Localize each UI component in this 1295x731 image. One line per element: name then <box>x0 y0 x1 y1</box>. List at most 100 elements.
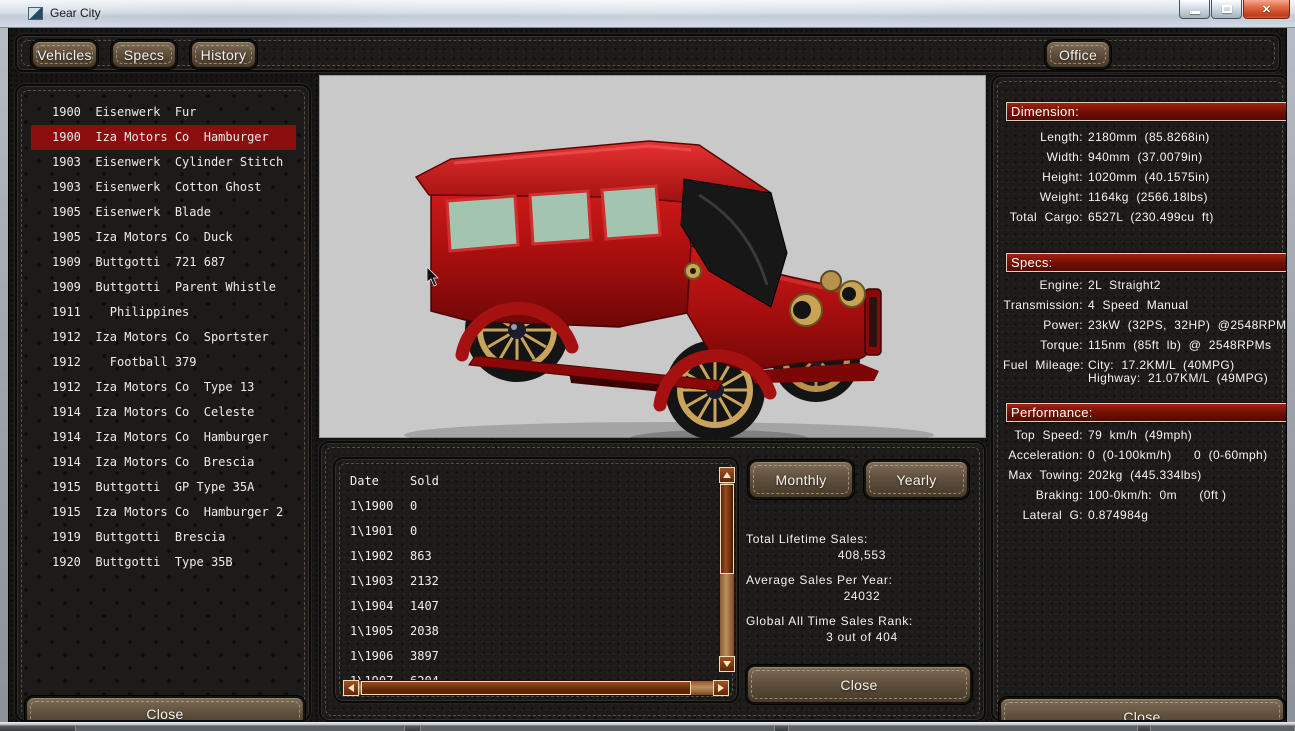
sales-table: Date Sold 1\19000 1\19010 1\1902863 1\19… <box>350 469 439 694</box>
mouse-cursor-icon <box>426 267 440 287</box>
spec-label: Fuel Mileage: <box>1003 355 1083 385</box>
arrow-right-icon <box>718 684 724 692</box>
taskbar <box>0 722 1295 731</box>
vehicle-row[interactable]: 1905 Eisenwerk Blade <box>31 200 296 225</box>
vehicle-row[interactable]: 1914 Iza Motors Co Brescia <box>31 450 296 475</box>
spec-label: Max Towing: <box>1003 465 1083 485</box>
spec-label: Top Speed: <box>1003 425 1083 445</box>
close-icon: ✕ <box>1262 3 1271 16</box>
vehicle-row[interactable]: 1915 Iza Motors Co Hamburger 2 <box>31 500 296 525</box>
vehicle-row[interactable]: 1905 Iza Motors Co Duck <box>31 225 296 250</box>
cell-date: 1\1901 <box>350 519 410 544</box>
sales-row[interactable]: 1\19041407 <box>350 594 439 619</box>
close-window-button[interactable]: ✕ <box>1243 0 1290 19</box>
vehicle-row[interactable]: 1912 Football 379 <box>31 350 296 375</box>
desktop-background: Gear City ✕ Vehicles Specs History Offic… <box>0 0 1295 731</box>
column-header-sold: Sold <box>410 469 439 494</box>
vehicle-row[interactable]: 1911 Philippines <box>31 300 296 325</box>
vehicle-row[interactable]: 1900 Eisenwerk Fur <box>31 100 296 125</box>
arrow-up-icon <box>723 472 731 478</box>
sales-row[interactable]: 1\1902863 <box>350 544 439 569</box>
vehicle-row[interactable]: 1915 Buttgotti GP Type 35A <box>31 475 296 500</box>
horizontal-scrollbar[interactable] <box>343 680 729 696</box>
spec-value: City: 17.2KM/L (40MPG) Highway: 21.07KM/… <box>1088 355 1285 385</box>
cell-sold: 0 <box>410 519 417 544</box>
spec-value: 115nm (85ft lb) @ 2548RPMs <box>1088 335 1285 355</box>
sales-row[interactable]: 1\19052038 <box>350 619 439 644</box>
scroll-up-button[interactable] <box>719 467 735 483</box>
spec-value: 79 km/h (49mph) <box>1088 425 1285 445</box>
vehicle-row[interactable]: 1920 Buttgotti Type 35B <box>31 550 296 575</box>
monthly-button[interactable]: Monthly <box>748 460 854 499</box>
vehicle-row[interactable]: 1914 Iza Motors Co Hamburger <box>31 425 296 450</box>
spec-value: 100-0km/h: 0m (0ft ) <box>1088 485 1285 505</box>
horizontal-scroll-thumb[interactable] <box>361 681 691 695</box>
spec-label: Length: <box>1003 127 1083 147</box>
spec-row: Length:2180mm (85.8268in) <box>1003 127 1285 147</box>
spec-row: Width:940mm (37.0079in) <box>1003 147 1285 167</box>
taskbar-item[interactable] <box>420 725 775 731</box>
toolbar-history-button[interactable]: History <box>190 40 257 69</box>
taskbar-item[interactable] <box>788 725 1138 731</box>
details-close-button[interactable]: Close <box>999 697 1285 722</box>
sales-table-panel: Date Sold 1\19000 1\19010 1\1902863 1\19… <box>333 457 739 703</box>
vehicle-row[interactable]: 1903 Eisenwerk Cotton Ghost <box>31 175 296 200</box>
window-title: Gear City <box>50 6 101 20</box>
vehicle-list-close-button[interactable]: Close <box>25 696 305 722</box>
vehicle-row-selected[interactable]: 1900 Iza Motors Co Hamburger <box>31 125 296 150</box>
spec-value: 2L Straight2 <box>1088 275 1285 295</box>
vehicle-row[interactable]: 1914 Iza Motors Co Celeste <box>31 400 296 425</box>
sales-close-button[interactable]: Close <box>746 665 972 704</box>
vehicle-3d-viewport[interactable] <box>319 75 986 438</box>
yearly-button[interactable]: Yearly <box>864 460 969 499</box>
spec-row: Top Speed:79 km/h (49mph) <box>1003 425 1285 445</box>
dimension-section: Length:2180mm (85.8268in) Width:940mm (3… <box>1003 127 1285 227</box>
spec-label: Acceleration: <box>1003 445 1083 465</box>
sales-row[interactable]: 1\19010 <box>350 519 439 544</box>
average-sales-value: 24032 <box>746 588 978 604</box>
spec-label: Total Cargo: <box>1003 207 1083 227</box>
spec-row: Transmission:4 Speed Manual <box>1003 295 1285 315</box>
spec-value: 202kg (445.334lbs) <box>1088 465 1285 485</box>
vertical-scrollbar[interactable] <box>719 467 735 672</box>
toolbar-specs-button[interactable]: Specs <box>111 40 177 69</box>
vertical-scroll-thumb[interactable] <box>720 484 734 574</box>
vehicle-row[interactable]: 1912 Iza Motors Co Sportster <box>31 325 296 350</box>
average-sales-per-year: Average Sales Per Year: 24032 <box>746 572 978 604</box>
scroll-right-button[interactable] <box>713 680 729 696</box>
game-window: Vehicles Specs History Office 1900 Eisen… <box>8 28 1287 722</box>
toolbar-office-button[interactable]: Office <box>1045 40 1111 69</box>
scroll-left-button[interactable] <box>343 680 359 696</box>
vehicle-row[interactable]: 1909 Buttgotti 721 687 <box>31 250 296 275</box>
total-lifetime-sales: Total Lifetime Sales: 408,553 <box>746 531 978 563</box>
vehicle-row[interactable]: 1912 Iza Motors Co Type 13 <box>31 375 296 400</box>
sales-summary: Total Lifetime Sales: 408,553 Average Sa… <box>746 531 978 654</box>
performance-header: Performance: <box>1006 403 1287 422</box>
sales-row[interactable]: 1\19000 <box>350 494 439 519</box>
spec-row: Engine:2L Straight2 <box>1003 275 1285 295</box>
taskbar-item[interactable] <box>75 725 405 731</box>
window-titlebar: Gear City ✕ <box>0 0 1295 28</box>
sales-row[interactable]: 1\19032132 <box>350 569 439 594</box>
total-sales-label: Total Lifetime Sales: <box>746 531 978 547</box>
details-panel: Dimension: Length:2180mm (85.8268in) Wid… <box>991 75 1287 722</box>
specs-section: Engine:2L Straight2 Transmission:4 Speed… <box>1003 275 1285 385</box>
vehicle-row[interactable]: 1909 Buttgotti Parent Whistle <box>31 275 296 300</box>
vehicle-row[interactable]: 1903 Eisenwerk Cylinder Stitch <box>31 150 296 175</box>
sales-row[interactable]: 1\19063897 <box>350 644 439 669</box>
cell-date: 1\1906 <box>350 644 410 669</box>
cell-sold: 863 <box>410 544 432 569</box>
toolbar-vehicles-button[interactable]: Vehicles <box>31 40 98 69</box>
minimize-button[interactable] <box>1179 0 1210 19</box>
spec-value: 0 (0-100km/h) 0 (0-60mph) <box>1088 445 1285 465</box>
maximize-button[interactable] <box>1211 0 1242 19</box>
scroll-down-button[interactable] <box>719 656 735 672</box>
spec-value: 0.874984g <box>1088 505 1285 525</box>
spec-label: Braking: <box>1003 485 1083 505</box>
vehicle-row[interactable]: 1919 Buttgotti Brescia <box>31 525 296 550</box>
window-controls: ✕ <box>1179 0 1290 19</box>
spec-row: Braking:100-0km/h: 0m (0ft ) <box>1003 485 1285 505</box>
global-sales-rank: Global All Time Sales Rank: 3 out of 404 <box>746 613 978 645</box>
spec-row: Lateral G:0.874984g <box>1003 505 1285 525</box>
taskbar-item[interactable] <box>1150 725 1295 731</box>
